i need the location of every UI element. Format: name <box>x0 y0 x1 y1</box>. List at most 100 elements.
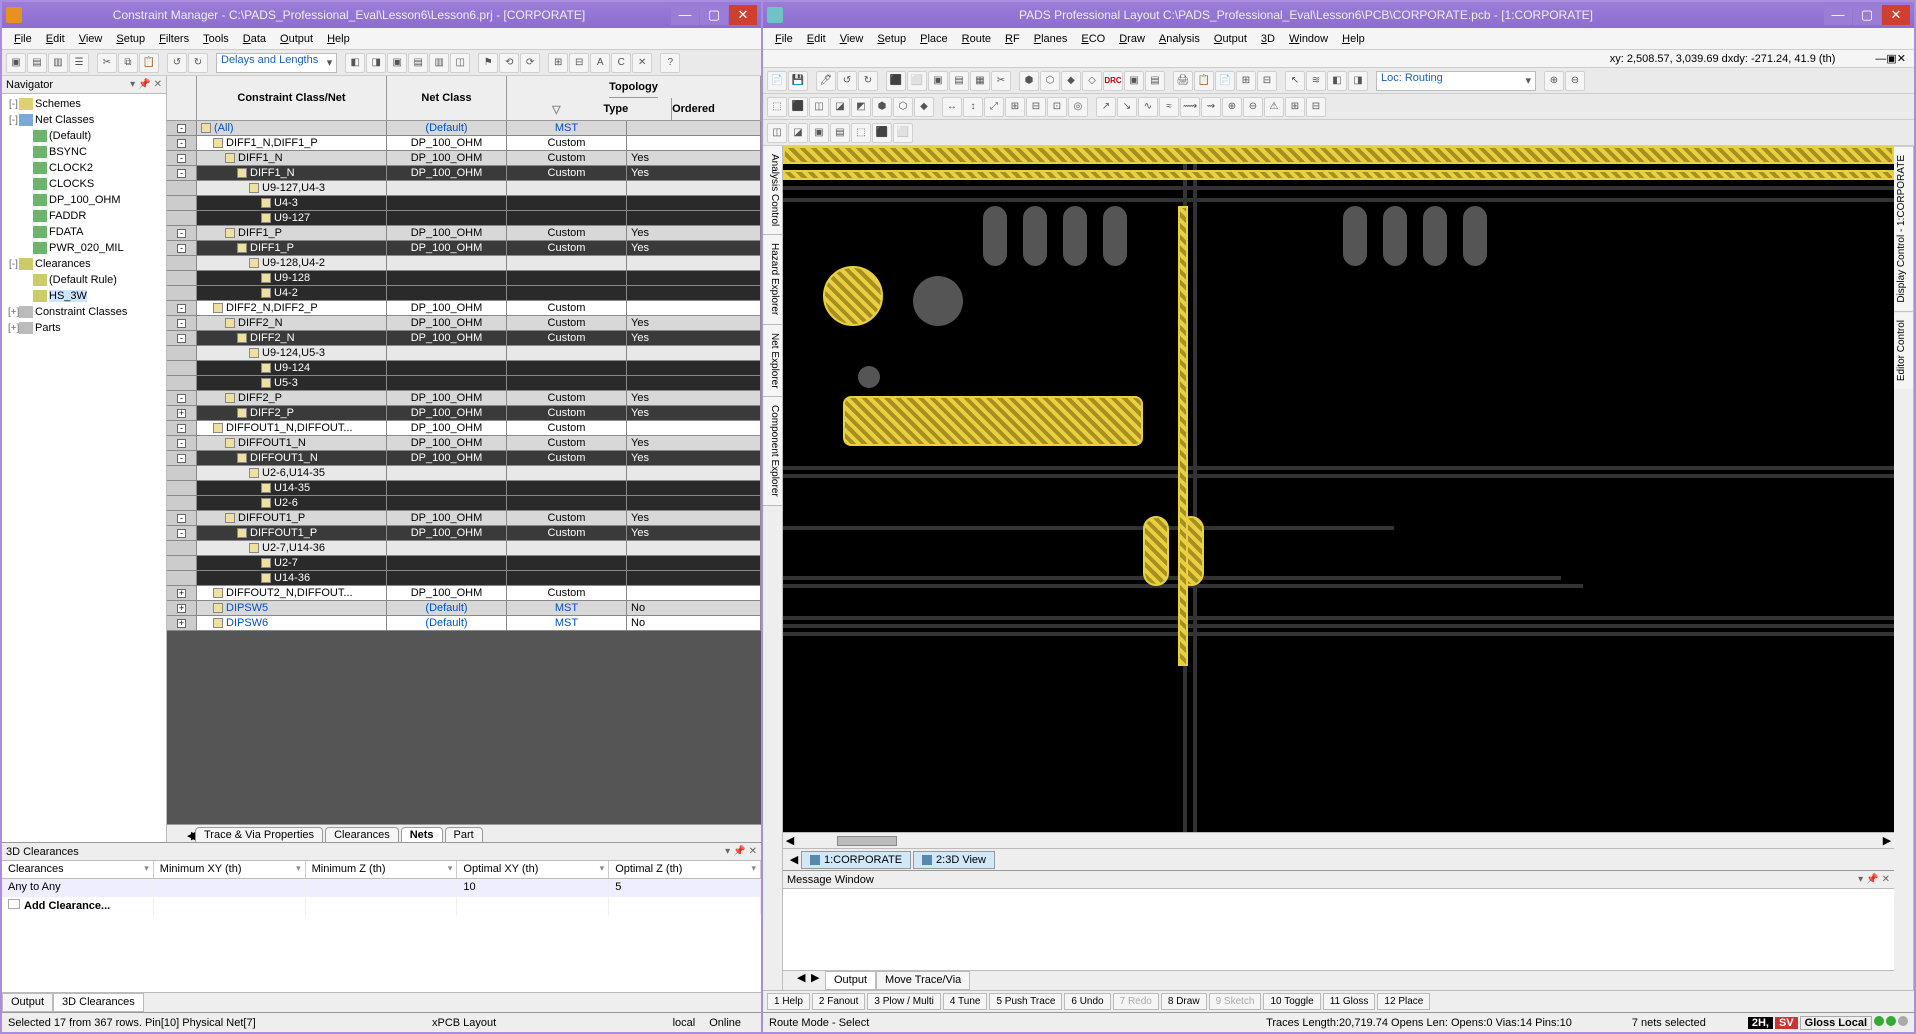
toolbar-button[interactable]: ▤ <box>27 53 47 73</box>
toolbar-button[interactable]: ⟲ <box>499 53 519 73</box>
toolbar-button[interactable]: A <box>590 53 610 73</box>
toolbar-button[interactable]: ⇝ <box>1201 97 1221 117</box>
menu-file[interactable]: File <box>769 31 799 47</box>
grid-row[interactable]: -DIFF2_PDP_100_OHMCustomYes <box>167 391 761 406</box>
toolbar-button[interactable]: ◪ <box>830 97 850 117</box>
minimize-button[interactable]: — <box>671 5 699 25</box>
view-combo[interactable]: Delays and Lengths <box>216 53 337 73</box>
mdi-restore-icon[interactable]: ▣ <box>1886 52 1896 65</box>
side-tab[interactable]: Net Explorer <box>763 325 782 398</box>
fn-button[interactable]: 2 Fanout <box>812 993 865 1010</box>
grid-row[interactable]: U14-36 <box>167 571 761 586</box>
close-icon[interactable]: ✕ <box>154 79 162 90</box>
toolbar-button[interactable]: ⚑ <box>478 53 498 73</box>
clearance-col[interactable]: Optimal XY (th) <box>457 861 609 878</box>
grid-row[interactable]: U9-128 <box>167 271 761 286</box>
side-tab[interactable]: Analysis Control <box>763 146 782 235</box>
toolbar-button[interactable]: ✂ <box>97 53 117 73</box>
toolbar-button[interactable]: ◩ <box>851 97 871 117</box>
menu-tools[interactable]: Tools <box>197 31 235 47</box>
toolbar-button[interactable]: ⚠ <box>1264 97 1284 117</box>
tab-nets[interactable]: Nets <box>401 827 443 842</box>
grid-row[interactable]: -DIFF1_N,DIFF1_PDP_100_OHMCustom <box>167 136 761 151</box>
loc-combo[interactable]: Loc: Routing <box>1376 71 1536 91</box>
col-type[interactable]: Type <box>561 103 672 115</box>
toolbar-button[interactable]: ✕ <box>632 53 652 73</box>
toolbar-button[interactable]: ⊟ <box>1257 71 1277 91</box>
toolbar-button[interactable]: ⬜ <box>907 71 927 91</box>
side-tab[interactable]: Hazard Explorer <box>763 235 782 324</box>
col-constraint-class[interactable]: Constraint Class/Net <box>197 76 387 120</box>
toolbar-button[interactable]: ▣ <box>387 53 407 73</box>
grid-row[interactable]: U2-6,U14-35 <box>167 466 761 481</box>
toolbar-button[interactable]: ↔ <box>942 97 962 117</box>
toolbar-button[interactable]: ⟿ <box>1180 97 1200 117</box>
menu-setup[interactable]: Setup <box>871 31 912 47</box>
menu-draw[interactable]: Draw <box>1113 31 1151 47</box>
grid-row[interactable]: -DIFFOUT1_PDP_100_OHMCustomYes <box>167 511 761 526</box>
grid-row[interactable]: +DIPSW6(Default)MSTNo <box>167 616 761 631</box>
pin-icon[interactable]: 📌 <box>733 846 745 857</box>
fn-button[interactable]: 4 Tune <box>943 993 988 1010</box>
grid-row[interactable]: -(All)(Default)MST <box>167 121 761 136</box>
tree-item[interactable]: [-]Clearances <box>4 256 164 272</box>
grid-row[interactable]: -DIFFOUT1_NDP_100_OHMCustomYes <box>167 451 761 466</box>
menu-analysis[interactable]: Analysis <box>1153 31 1206 47</box>
toolbar-button[interactable]: ▤ <box>949 71 969 91</box>
menu-help[interactable]: Help <box>321 31 356 47</box>
toolbar-button[interactable]: ⊖ <box>1565 71 1585 91</box>
tree-item[interactable]: BSYNC <box>4 144 164 160</box>
toolbar-button[interactable]: ▤ <box>1145 71 1165 91</box>
out-tab[interactable]: 3D Clearances <box>53 993 144 1012</box>
clearance-col[interactable]: Clearances <box>2 861 154 878</box>
status-badge-gloss[interactable]: Gloss Local <box>1800 1016 1872 1030</box>
tree-item[interactable]: CLOCK2 <box>4 160 164 176</box>
grid-row[interactable]: U2-7,U14-36 <box>167 541 761 556</box>
close-icon[interactable]: ✕ <box>749 846 757 857</box>
toolbar-button[interactable]: ⬚ <box>851 123 871 143</box>
toolbar-button[interactable]: ◪ <box>788 123 808 143</box>
tree-item[interactable]: PWR_020_MIL <box>4 240 164 256</box>
clearance-row-any[interactable]: Any to Any 10 5 <box>2 879 761 897</box>
toolbar-button[interactable]: ⊟ <box>569 53 589 73</box>
fn-button[interactable]: 3 Plow / Multi <box>867 993 940 1010</box>
menu-edit[interactable]: Edit <box>40 31 71 47</box>
toolbar-button[interactable]: ▥ <box>429 53 449 73</box>
pin-icon[interactable]: ▾ <box>130 79 135 90</box>
toolbar-button[interactable]: ▣ <box>6 53 26 73</box>
side-tab[interactable]: Component Explorer <box>763 397 782 506</box>
toolbar-button[interactable]: ↻ <box>188 53 208 73</box>
toolbar-button[interactable]: ⊖ <box>1243 97 1263 117</box>
fn-button[interactable]: 8 Draw <box>1161 993 1207 1010</box>
toolbar-button[interactable]: ▤ <box>408 53 428 73</box>
clearance-col[interactable]: Optimal Z (th) <box>609 861 761 878</box>
tree-item[interactable]: [-]Schemes <box>4 96 164 112</box>
grid-row[interactable]: U9-128,U4-2 <box>167 256 761 271</box>
grid-row[interactable]: U14-35 <box>167 481 761 496</box>
maximize-button[interactable]: ▢ <box>700 5 728 25</box>
close-button[interactable]: ✕ <box>1882 5 1910 25</box>
drc-button[interactable]: DRC <box>1103 71 1123 91</box>
toolbar-button[interactable]: ▣ <box>1124 71 1144 91</box>
toolbar-button[interactable]: C <box>611 53 631 73</box>
toolbar-button[interactable]: ↺ <box>167 53 187 73</box>
view-tab[interactable]: 2:3D View <box>913 851 995 869</box>
toolbar-button[interactable]: ▤ <box>830 123 850 143</box>
grid-row[interactable]: -DIFF2_NDP_100_OHMCustomYes <box>167 331 761 346</box>
tree-item[interactable]: FADDR <box>4 208 164 224</box>
tree-item[interactable]: (Default) <box>4 128 164 144</box>
titlebar[interactable]: Constraint Manager - C:\PADS_Professiona… <box>2 2 761 28</box>
toolbar-button[interactable]: 📋 <box>139 53 159 73</box>
tree-item[interactable]: [-]Net Classes <box>4 112 164 128</box>
tree-item[interactable]: HS_3W <box>4 288 164 304</box>
maximize-button[interactable]: ▢ <box>1853 5 1881 25</box>
toolbar-button[interactable]: ⊕ <box>1222 97 1242 117</box>
toolbar-button[interactable]: ≋ <box>1306 71 1326 91</box>
toolbar-button[interactable]: ↗ <box>1096 97 1116 117</box>
menu-rf[interactable]: RF <box>999 31 1026 47</box>
toolbar-button[interactable]: ⊕ <box>1544 71 1564 91</box>
toolbar-button[interactable]: ∿ <box>1138 97 1158 117</box>
toolbar-button[interactable]: 📄 <box>767 71 787 91</box>
close-button[interactable]: ✕ <box>729 5 757 25</box>
toolbar-button[interactable]: ≈ <box>1159 97 1179 117</box>
